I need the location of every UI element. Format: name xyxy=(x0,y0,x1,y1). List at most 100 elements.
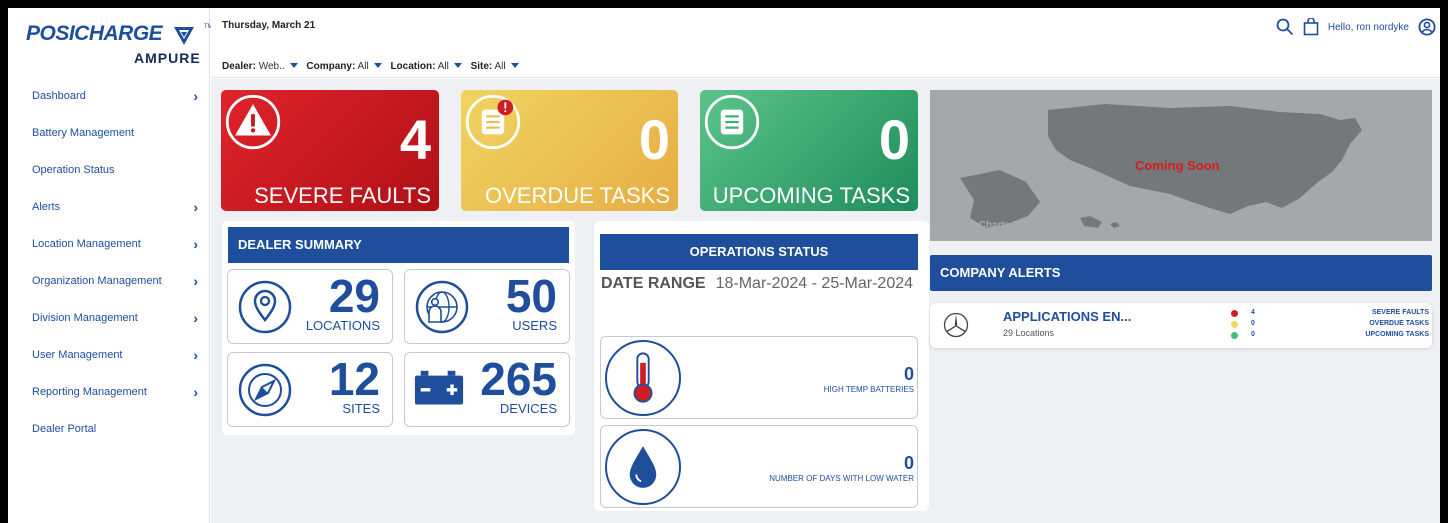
top-right-actions: Hello, ron nordyke xyxy=(1276,18,1436,36)
operations-status-panel: OPERATIONS STATUS DATE RANGE 18-Mar-2024 … xyxy=(594,221,929,511)
brand-name: POSICHARGE xyxy=(26,22,163,45)
upcoming-tasks-label: UPCOMING TASKS xyxy=(712,183,910,208)
sidebar-item-label: Dashboard xyxy=(32,90,86,102)
sidebar-item-operation-status[interactable]: Operation Status xyxy=(8,152,210,189)
high-temp-count: 0 xyxy=(903,364,914,384)
company-alerts-panel: COMPANY ALERTS APPLICATIONS EN... 29 Loc… xyxy=(930,255,1432,348)
company-filter[interactable]: Company: All xyxy=(306,61,387,72)
high-temp-tile[interactable]: 0 HIGH TEMP BATTERIES xyxy=(600,336,918,419)
chevron-right-icon: › xyxy=(193,310,198,326)
caret-down-icon xyxy=(373,63,382,68)
upcoming-dot-icon xyxy=(1231,332,1238,339)
users-tile[interactable]: 50 USERS xyxy=(404,269,570,344)
chevron-right-icon: › xyxy=(193,88,198,104)
sidebar-item-dealer-portal[interactable]: Dealer Portal xyxy=(8,411,210,448)
dealer-summary-panel: DEALER SUMMARY 29 LOCATIONS 50 USERS 12 … xyxy=(222,221,575,435)
devices-tile[interactable]: 265 DEVICES xyxy=(404,352,570,427)
company-logo-icon xyxy=(943,312,969,338)
date-range: DATE RANGE 18-Mar-2024 - 25-Mar-2024 xyxy=(601,271,923,296)
map-watermark: FusionCharts Trial xyxy=(946,220,1034,231)
severe-faults-count: 4 xyxy=(399,108,431,171)
severe-faults-card[interactable]: 4 SEVERE FAULTS xyxy=(221,90,439,211)
location-pin-icon xyxy=(238,280,292,334)
brand-chevron-icon xyxy=(174,27,194,45)
overdue-dot-icon xyxy=(1231,321,1238,328)
high-temp-label: HIGH TEMP BATTERIES xyxy=(823,385,914,394)
caret-down-icon xyxy=(510,63,519,68)
locations-label: LOCATIONS xyxy=(305,318,380,333)
sidebar-item-label: Organization Management xyxy=(32,275,162,287)
caret-down-icon xyxy=(289,63,298,68)
search-icon[interactable] xyxy=(1276,18,1294,36)
user-avatar-icon[interactable] xyxy=(1418,18,1436,36)
sidebar-item-label: Dealer Portal xyxy=(32,423,97,435)
warning-icon xyxy=(225,94,281,150)
sidebar-item-label: User Management xyxy=(32,349,123,361)
severe-faults-label: SEVERE FAULTS xyxy=(254,183,431,208)
sidebar-item-division-management[interactable]: Division Management › xyxy=(8,300,210,337)
posicharge-logo[interactable]: POSICHARGE TM AMPURE xyxy=(26,22,213,72)
sidebar-item-label: Operation Status xyxy=(32,164,115,176)
sidebar-item-reporting-management[interactable]: Reporting Management › xyxy=(8,374,210,411)
site-filter[interactable]: Site: All xyxy=(471,61,525,72)
sidebar-item-organization-management[interactable]: Organization Management › xyxy=(8,263,210,300)
sidebar-item-dashboard[interactable]: Dashboard › xyxy=(8,78,210,115)
globe-user-icon xyxy=(415,280,469,334)
us-map-widget[interactable]: Coming Soon FusionCharts Trial xyxy=(930,90,1432,241)
top-bar: Thursday, March 21 Dealer: Web.. Company… xyxy=(211,8,1440,78)
user-greeting[interactable]: Hello, ron nordyke xyxy=(1328,22,1409,33)
task-list-alert-icon xyxy=(465,94,521,150)
company-alert-row[interactable]: APPLICATIONS EN... 29 Locations 4 SEVERE… xyxy=(930,303,1432,348)
dealer-filter[interactable]: Dealer: Web.. xyxy=(222,61,304,72)
filter-bar: Dealer: Web.. Company: All Location: All… xyxy=(222,61,525,72)
sidebar: POSICHARGE TM AMPURE Dashboard › Battery … xyxy=(8,8,213,523)
sites-label: SITES xyxy=(342,401,380,416)
dashboard-main: 4 SEVERE FAULTS 0 OVERDUE TASKS 0 UPCOMI… xyxy=(211,79,1440,523)
chevron-right-icon: › xyxy=(193,384,198,400)
overdue-tasks-count: 0 xyxy=(638,108,670,171)
app-frame: POSICHARGE TM AMPURE Dashboard › Battery … xyxy=(8,8,1440,523)
compass-icon xyxy=(238,363,292,417)
sidebar-item-label: Division Management xyxy=(32,312,138,324)
devices-label: DEVICES xyxy=(499,401,557,416)
users-count: 50 xyxy=(505,270,557,322)
low-water-count: 0 xyxy=(903,453,914,473)
low-water-label: NUMBER OF DAYS WITH LOW WATER xyxy=(769,474,914,483)
chevron-right-icon: › xyxy=(193,199,198,215)
operations-status-title: OPERATIONS STATUS xyxy=(600,234,918,270)
sidebar-item-label: Location Management xyxy=(32,238,141,250)
sidebar-nav: Dashboard › Battery Management Operation … xyxy=(8,78,210,448)
upcoming-tasks-card[interactable]: 0 UPCOMING TASKS xyxy=(700,90,918,211)
sidebar-item-alerts[interactable]: Alerts › xyxy=(8,189,210,226)
sidebar-item-battery-management[interactable]: Battery Management xyxy=(8,115,210,152)
date-range-label: DATE RANGE xyxy=(601,275,706,292)
locations-count: 29 xyxy=(328,270,380,322)
dealer-summary-title: DEALER SUMMARY xyxy=(228,227,569,263)
company-name[interactable]: APPLICATIONS EN... xyxy=(1003,309,1131,324)
overdue-tasks-card[interactable]: 0 OVERDUE TASKS xyxy=(461,90,678,211)
sites-count: 12 xyxy=(328,353,380,405)
devices-count: 265 xyxy=(480,353,557,405)
low-water-tile[interactable]: 0 NUMBER OF DAYS WITH LOW WATER xyxy=(600,425,918,508)
current-date: Thursday, March 21 xyxy=(222,20,316,31)
sidebar-item-label: Reporting Management xyxy=(32,386,147,398)
locations-tile[interactable]: 29 LOCATIONS xyxy=(227,269,393,344)
overdue-tasks-label: OVERDUE TASKS xyxy=(484,183,670,208)
water-drop-icon xyxy=(605,429,681,505)
chevron-right-icon: › xyxy=(193,273,198,289)
company-locations: 29 Locations xyxy=(1003,328,1055,338)
date-range-value: 18-Mar-2024 - 25-Mar-2024 xyxy=(715,275,914,292)
sidebar-item-user-management[interactable]: User Management › xyxy=(8,337,210,374)
chevron-right-icon: › xyxy=(193,347,198,363)
sidebar-item-location-management[interactable]: Location Management › xyxy=(8,226,210,263)
sites-tile[interactable]: 12 SITES xyxy=(227,352,393,427)
map-coming-soon: Coming Soon xyxy=(1135,158,1220,173)
thermometer-icon xyxy=(605,340,681,416)
location-filter[interactable]: Location: All xyxy=(390,61,467,72)
brand-sub: AMPURE xyxy=(134,50,201,66)
task-list-icon xyxy=(704,94,760,150)
shopping-bag-icon[interactable] xyxy=(1303,18,1319,36)
battery-icon xyxy=(414,370,464,405)
caret-down-icon xyxy=(453,63,462,68)
sidebar-item-label: Battery Management xyxy=(32,127,135,139)
